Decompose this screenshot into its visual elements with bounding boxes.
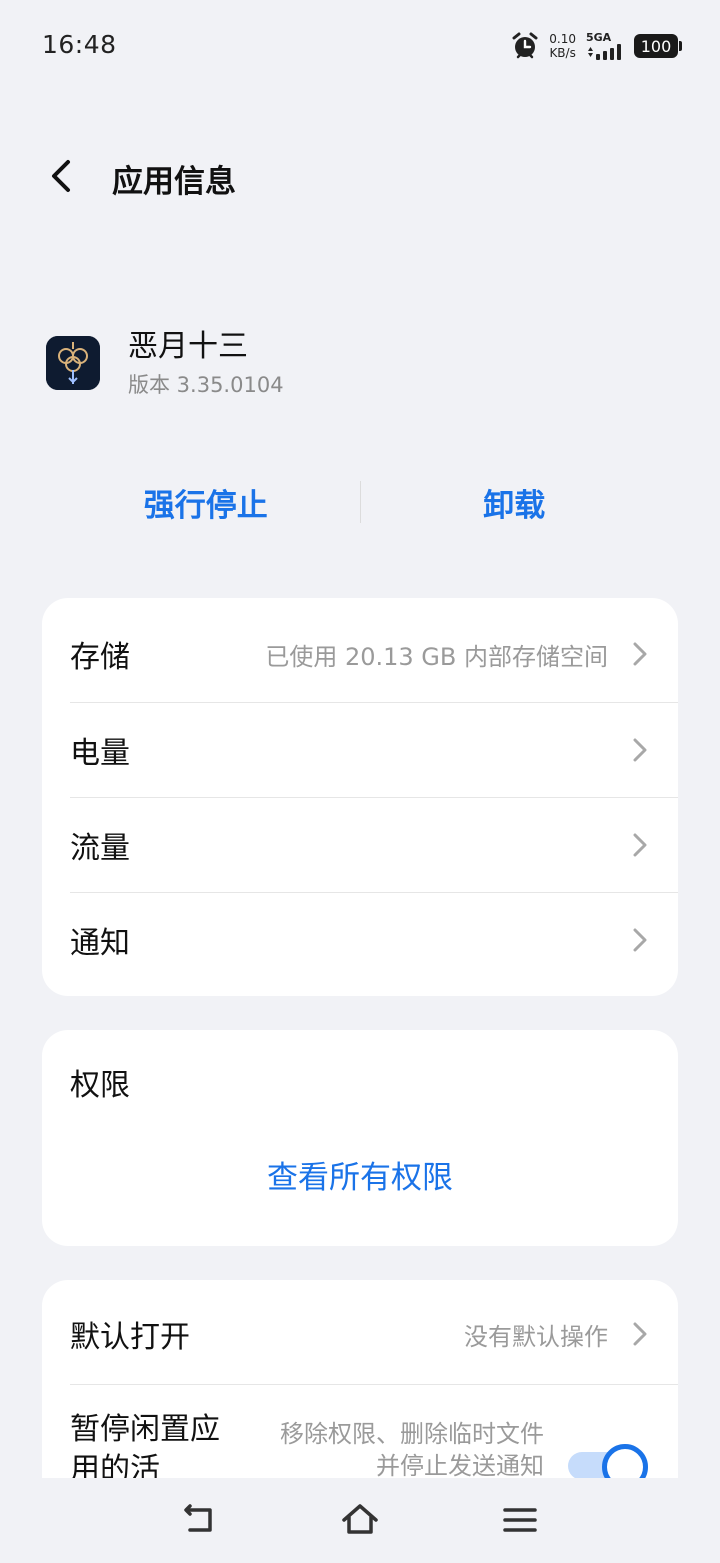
app-texts: 恶月十三 版本 3.35.0104 <box>128 326 284 400</box>
app-info: 恶月十三 版本 3.35.0104 <box>46 326 284 400</box>
row-label: 流量 <box>70 830 130 866</box>
row-label: 电量 <box>70 735 130 771</box>
battery-usage-row[interactable]: 电量 <box>42 702 678 797</box>
storage-row[interactable]: 存储 已使用 20.13 GB 内部存储空间 <box>42 598 678 702</box>
app-actions: 强行停止 卸载 <box>52 474 668 530</box>
pause-unused-description: 移除权限、删除临时文件并停止发送通知 <box>280 1420 544 1480</box>
chevron-left-icon <box>52 160 70 192</box>
cellular-signal: 5GA <box>586 32 624 60</box>
back-button[interactable] <box>40 154 84 198</box>
view-all-permissions-link[interactable]: 查看所有权限 <box>42 1152 678 1197</box>
net-speed: 0.10 KB/s <box>549 32 576 60</box>
permissions-card: 权限 查看所有权限 <box>42 1030 678 1246</box>
app-version: 版本 3.35.0104 <box>128 373 284 397</box>
chevron-right-icon <box>633 738 647 761</box>
navigation-bar <box>0 1478 720 1563</box>
menu-icon <box>503 1508 537 1532</box>
app-settings-card: 存储 已使用 20.13 GB 内部存储空间 电量 流量 通知 <box>42 598 678 996</box>
battery-icon: 100 <box>634 34 682 58</box>
data-usage-row[interactable]: 流量 <box>42 797 678 892</box>
nav-recents-button[interactable] <box>500 1500 540 1540</box>
row-label: 通知 <box>70 925 130 961</box>
header: 应用信息 <box>0 140 720 212</box>
force-stop-button[interactable]: 强行停止 <box>52 480 360 525</box>
app-name: 恶月十三 <box>128 329 248 364</box>
row-value: 已使用 20.13 GB 内部存储空间 <box>265 642 608 671</box>
row-label: 默认打开 <box>70 1320 190 1355</box>
back-arrow-icon <box>184 1504 212 1532</box>
home-icon <box>342 1504 378 1534</box>
chevron-right-icon <box>633 928 647 951</box>
page-title: 应用信息 <box>112 164 236 200</box>
status-time: 16:48 <box>42 30 117 59</box>
app-icon <box>46 336 100 390</box>
chevron-right-icon <box>633 1322 647 1346</box>
notifications-row[interactable]: 通知 <box>42 892 678 987</box>
status-bar: 16:48 0.10 KB/s 5GA 100 <box>0 0 720 92</box>
open-by-default-row[interactable]: 默认打开 没有默认操作 <box>42 1280 678 1384</box>
app-logo-icon <box>46 336 100 390</box>
row-label: 存储 <box>70 640 130 675</box>
chevron-right-icon <box>633 642 647 666</box>
permissions-title: 权限 <box>70 1068 130 1103</box>
nav-back-button[interactable] <box>180 1500 220 1540</box>
alarm-icon <box>512 32 538 59</box>
row-value: 没有默认操作 <box>464 1322 608 1351</box>
status-indicators: 0.10 KB/s 5GA 100 <box>511 30 682 62</box>
net-speed-value: 0.10 <box>549 32 576 46</box>
battery-level: 100 <box>640 36 672 56</box>
uninstall-button[interactable]: 卸载 <box>361 480 669 525</box>
network-type: 5GA <box>586 31 612 44</box>
signal-icon <box>588 44 621 60</box>
nav-home-button[interactable] <box>340 1500 380 1540</box>
net-speed-unit: KB/s <box>549 46 576 60</box>
chevron-right-icon <box>633 833 647 856</box>
